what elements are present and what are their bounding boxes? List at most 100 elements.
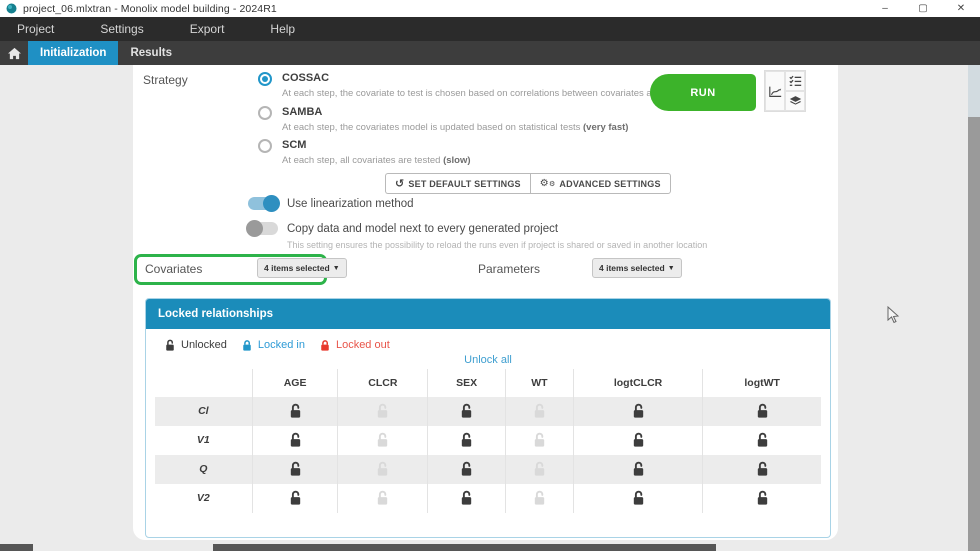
lock-open-icon — [631, 490, 646, 506]
locked-relationships-title: Locked relationships — [146, 299, 830, 329]
row-label: V1 — [197, 434, 210, 446]
caret-down-icon: ▼ — [333, 265, 340, 272]
parameters-dropdown-value: 4 items selected — [599, 263, 665, 273]
menu-item-project[interactable]: Project — [0, 17, 71, 41]
tab-initialization[interactable]: Initialization — [28, 41, 118, 65]
horizontal-scrollbar-thumb[interactable] — [213, 544, 716, 551]
lock-open-icon — [375, 432, 390, 448]
toggle-note: This setting ensures the possibility to … — [287, 240, 768, 250]
row-label-cell: Q — [155, 455, 252, 484]
task-list-button[interactable] — [785, 71, 805, 91]
advanced-settings-button[interactable]: ⚙⚙ ADVANCED SETTINGS — [530, 173, 671, 194]
close-icon[interactable]: ✕ — [942, 0, 980, 17]
lock-open-icon — [755, 403, 770, 419]
vertical-scrollbar-thumb[interactable] — [968, 117, 980, 551]
unlock-all-link[interactable]: Unlock all — [146, 354, 830, 366]
lock-cell-v1-age[interactable] — [252, 426, 338, 455]
run-button[interactable]: RUN — [650, 74, 756, 111]
lock-closed-icon — [241, 339, 253, 352]
lock-cell-v2-age[interactable] — [252, 484, 338, 513]
task-icon-panel — [764, 70, 806, 112]
lock-open-icon — [755, 490, 770, 506]
row-label-cell: V1 — [155, 426, 252, 455]
settings-buttons: ↺ SET DEFAULT SETTINGS ⚙⚙ ADVANCED SETTI… — [385, 173, 671, 194]
strategy-label: Strategy — [143, 73, 188, 87]
home-icon — [7, 47, 22, 60]
covariates-dropdown[interactable]: 4 items selected ▼ — [257, 258, 347, 278]
lock-open-icon — [288, 461, 303, 477]
set-default-settings-button[interactable]: ↺ SET DEFAULT SETTINGS — [385, 173, 530, 194]
parameters-label: Parameters — [478, 262, 540, 276]
row-label-cell: V2 — [155, 484, 252, 513]
lock-cell-v2-sex[interactable] — [427, 484, 505, 513]
table-row-v2: V2 — [155, 484, 821, 513]
toggle-switch[interactable] — [248, 197, 278, 210]
set-default-settings-label: SET DEFAULT SETTINGS — [408, 179, 520, 189]
legend-label: Unlocked — [181, 339, 227, 351]
lock-cell-v2-logtclcr[interactable] — [573, 484, 703, 513]
tab-results[interactable]: Results — [118, 41, 184, 65]
lock-cell-v1-sex[interactable] — [427, 426, 505, 455]
row-label: Q — [199, 463, 207, 475]
lock-cell-cl-age[interactable] — [252, 397, 338, 426]
plot-result-button[interactable] — [765, 71, 785, 111]
lock-cell-q-sex[interactable] — [427, 455, 505, 484]
table-header-row: AGECLCRSEXWTlogtCLCRlogtWT — [155, 369, 821, 397]
lock-cell-cl-sex[interactable] — [427, 397, 505, 426]
menu-item-settings[interactable]: Settings — [83, 17, 160, 41]
monolix-app-icon — [6, 3, 17, 14]
strategy-option-description: At each step, the covariates model is up… — [282, 122, 628, 134]
lock-cell-v2-clcr[interactable] — [337, 484, 427, 513]
lock-open-icon — [631, 461, 646, 477]
lock-cell-q-logtclcr[interactable] — [573, 455, 703, 484]
toggle-knob — [246, 220, 263, 237]
lock-open-icon — [532, 403, 547, 419]
table-row-q: Q — [155, 455, 821, 484]
parameters-dropdown[interactable]: 4 items selected ▼ — [592, 258, 682, 278]
lock-cell-v2-logtwt[interactable] — [702, 484, 821, 513]
horizontal-scrollbar-left-segment[interactable] — [0, 544, 33, 551]
minimize-icon[interactable]: – — [866, 0, 904, 17]
column-header-logtclcr: logtCLCR — [573, 369, 703, 397]
toggle-label: Use linearization method — [287, 198, 414, 210]
radio-icon[interactable] — [258, 72, 272, 86]
plot-icon — [769, 85, 782, 98]
lock-cell-v1-logtwt[interactable] — [702, 426, 821, 455]
menu-bar: Project Settings Export Help — [0, 17, 980, 41]
lock-open-icon — [288, 432, 303, 448]
home-tab[interactable] — [0, 41, 28, 65]
menu-item-export[interactable]: Export — [173, 17, 242, 41]
strategy-option-scm[interactable]: SCMAt each step, all covariates are test… — [258, 138, 768, 167]
column-header-age: AGE — [252, 369, 338, 397]
legend-unlocked: Unlocked — [164, 339, 227, 352]
lock-open-icon — [459, 432, 474, 448]
caret-down-icon: ▼ — [668, 265, 675, 272]
radio-icon[interactable] — [258, 139, 272, 153]
lock-cell-v1-clcr[interactable] — [337, 426, 427, 455]
lock-cell-cl-wt[interactable] — [505, 397, 573, 426]
maximize-icon[interactable]: ▢ — [904, 0, 942, 17]
toggle-switch[interactable] — [248, 222, 278, 235]
lock-cell-q-logtwt[interactable] — [702, 455, 821, 484]
lock-cell-v2-wt[interactable] — [505, 484, 573, 513]
layers-icon — [789, 95, 802, 107]
lock-cell-v1-logtclcr[interactable] — [573, 426, 703, 455]
lock-cell-v1-wt[interactable] — [505, 426, 573, 455]
strategy-option-body: SCMAt each step, all covariates are test… — [282, 138, 471, 167]
lock-cell-q-wt[interactable] — [505, 455, 573, 484]
toggle-row-1: Copy data and model next to every genera… — [248, 222, 768, 235]
lock-open-icon — [755, 432, 770, 448]
toggle-row-0: Use linearization method — [248, 197, 768, 210]
lock-cell-cl-logtclcr[interactable] — [573, 397, 703, 426]
lock-cell-cl-logtwt[interactable] — [702, 397, 821, 426]
menu-item-help[interactable]: Help — [253, 17, 312, 41]
lock-cell-q-clcr[interactable] — [337, 455, 427, 484]
radio-icon[interactable] — [258, 106, 272, 120]
lock-cell-q-age[interactable] — [252, 455, 338, 484]
lock-legend: UnlockedLocked inLocked out — [146, 329, 830, 352]
column-header-sex: SEX — [427, 369, 505, 397]
lock-cell-cl-clcr[interactable] — [337, 397, 427, 426]
layers-button[interactable] — [785, 91, 805, 111]
table-row-v1: V1 — [155, 426, 821, 455]
legend-label: Locked in — [258, 339, 305, 351]
